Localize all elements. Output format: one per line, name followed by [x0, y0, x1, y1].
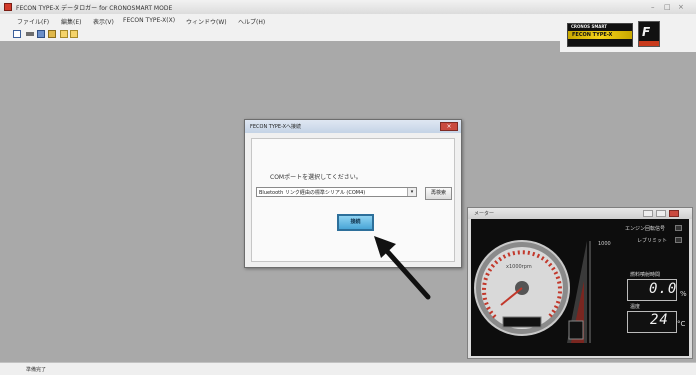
readout-2-value: 24: [650, 312, 669, 328]
brand-logo: F: [638, 21, 660, 47]
banner-line2: FECON TYPE-X: [572, 32, 613, 38]
dialog-titlebar: FECON TYPE-Xへ接続 ×: [245, 120, 461, 133]
bar-scale-label: 1000: [598, 241, 611, 247]
minus-icon[interactable]: [26, 32, 34, 36]
readout-1-unit: %: [680, 290, 687, 298]
status-bar: 準備完了: [0, 362, 696, 375]
maximize-icon[interactable]: □: [664, 3, 671, 11]
minimize-icon[interactable]: –: [651, 3, 655, 11]
window-titlebar: FECON TYPE-X データロガー for CRONOSMART MODE …: [0, 0, 696, 15]
banner-line1: CRONOS SMART: [571, 24, 608, 29]
menu-help[interactable]: ヘルプ(H): [238, 17, 265, 26]
chevron-down-icon[interactable]: ▾: [407, 188, 416, 196]
logo-letter: F: [642, 25, 651, 39]
info-icon[interactable]: [70, 30, 78, 38]
menu-window[interactable]: ウィンドウ(W): [186, 17, 227, 26]
rev-limit-label: レブリミット: [637, 238, 668, 244]
com-port-select[interactable]: Bluetooth リンク経由の標準シリアル (COM4) ▾: [256, 187, 417, 197]
window-title: FECON TYPE-X データロガー for CRONOSMART MODE: [16, 5, 173, 12]
open-folder-icon[interactable]: [48, 30, 56, 38]
refresh-button[interactable]: 再検索: [425, 187, 452, 200]
app-icon: [4, 3, 12, 11]
connect-button[interactable]: 接続: [337, 214, 374, 231]
menu-edit[interactable]: 編集(E): [61, 17, 81, 26]
dialog-title: FECON TYPE-Xへ接続: [250, 124, 302, 130]
dialog-close-button[interactable]: ×: [440, 122, 458, 131]
meter-close-icon[interactable]: [669, 210, 679, 217]
logo-bar: [639, 41, 659, 46]
readout-1-value: 0.0: [649, 281, 678, 297]
menu-fecon[interactable]: FECON TYPE-X(X): [123, 17, 175, 24]
readout-2-label: 温度: [630, 304, 641, 310]
product-banner: CRONOS SMART FECON TYPE-X: [567, 23, 633, 47]
readout-2-unit: °C: [677, 320, 686, 328]
com-port-prompt: COMポートを選択してください。: [270, 174, 362, 181]
tachometer-gauge: [474, 240, 570, 336]
engine-rev-indicator: [675, 225, 682, 231]
meter-titlebar: メーター: [468, 208, 692, 219]
readout-1-label: 燃料噴射時間: [630, 272, 661, 278]
tacho-unit-label: x1000rpm: [506, 264, 532, 270]
com-port-value: Bluetooth リンク経由の標準シリアル (COM4): [259, 190, 366, 196]
status-text: 準備完了: [26, 367, 47, 373]
new-file-icon[interactable]: [13, 30, 21, 38]
rev-limit-indicator: [675, 237, 682, 243]
pointer-arrow-icon: [374, 236, 431, 300]
settings-icon[interactable]: [60, 30, 68, 38]
engine-rev-label: エンジン回転信号: [625, 226, 666, 232]
save-icon[interactable]: [37, 30, 45, 38]
fuel-bar-gauge: [567, 241, 591, 343]
meter-window-title: メーター: [474, 211, 495, 217]
toolbar: [0, 28, 560, 41]
close-icon[interactable]: ×: [678, 3, 684, 11]
menu-file[interactable]: ファイル(F): [17, 17, 49, 26]
meter-minimize-icon[interactable]: [643, 210, 653, 217]
meter-maximize-icon[interactable]: [656, 210, 666, 217]
menu-view[interactable]: 表示(V): [93, 17, 114, 26]
